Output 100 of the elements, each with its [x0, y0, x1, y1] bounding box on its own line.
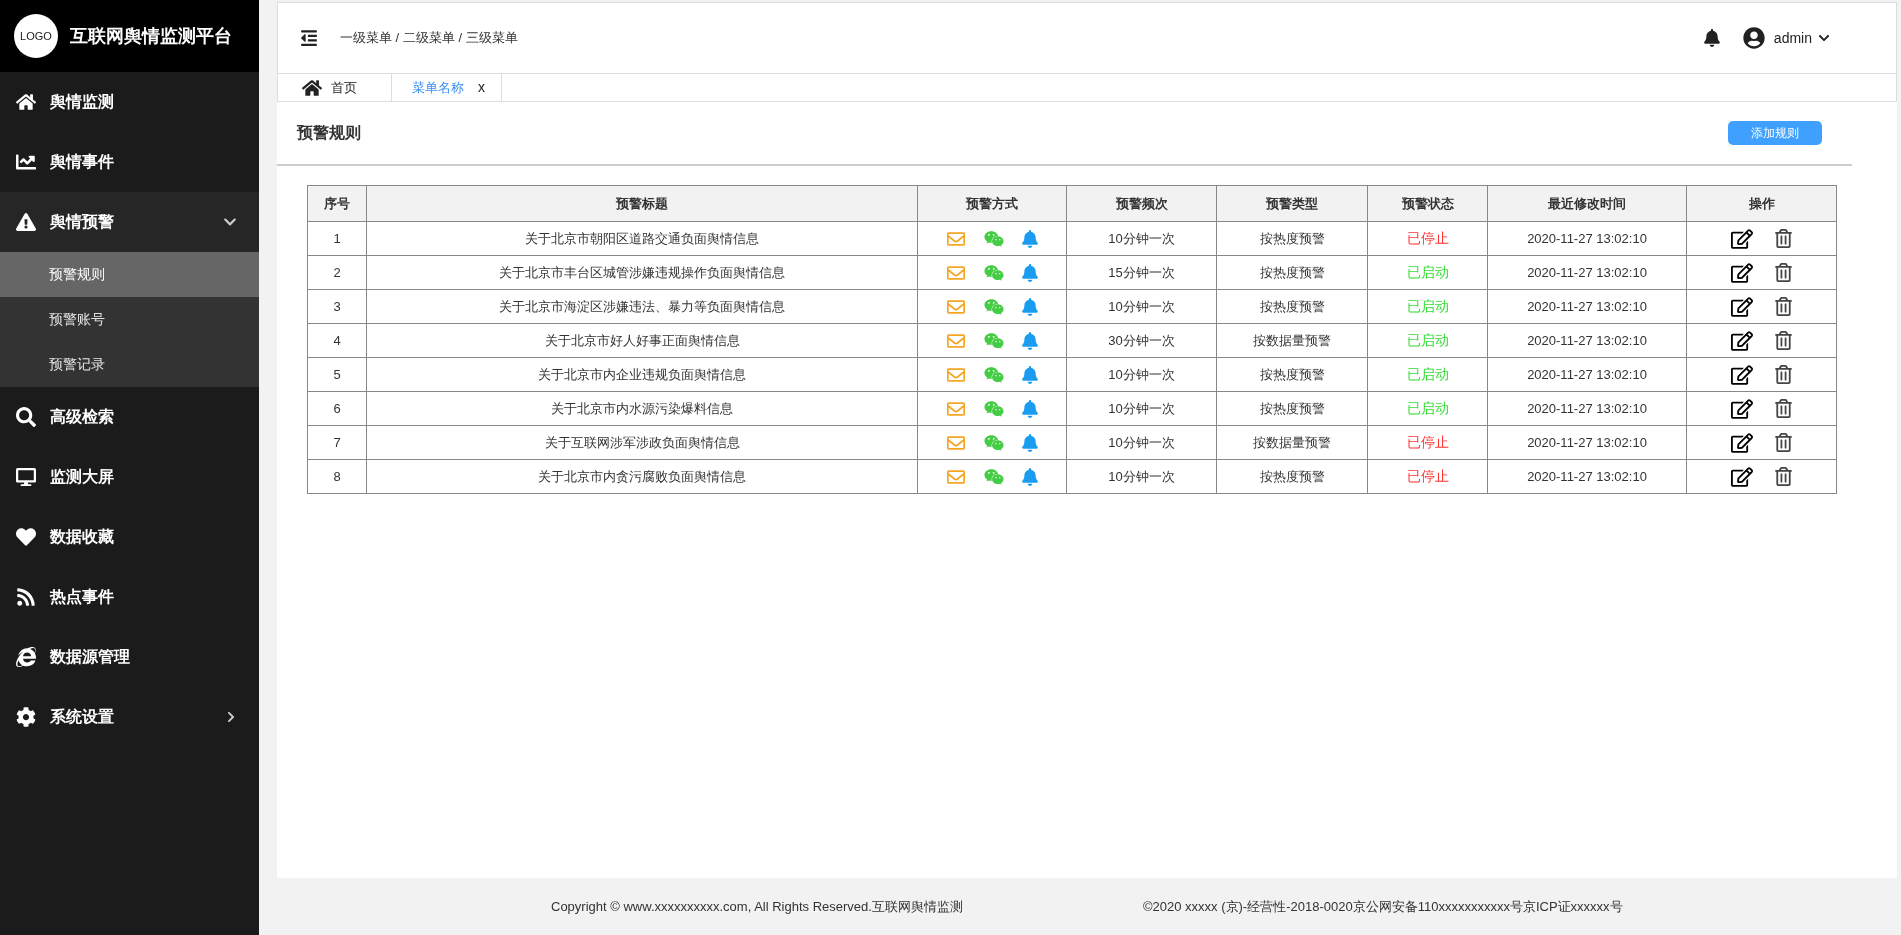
e-logo-icon: [16, 647, 36, 667]
table-cell: 关于北京市内贪污腐败负面舆情信息: [366, 459, 918, 494]
column-header: 预警状态: [1367, 185, 1488, 222]
status-text: 已停止: [1406, 434, 1449, 450]
chat-bubbles-icon[interactable]: [984, 263, 1004, 282]
edit-icon[interactable]: [1731, 398, 1753, 419]
table-cell: 关于北京市内企业违规负面舆情信息: [366, 357, 918, 392]
trash-icon[interactable]: [1775, 433, 1792, 452]
column-header: 预警类型: [1216, 185, 1368, 222]
edit-icon[interactable]: [1731, 228, 1753, 249]
user-name[interactable]: admin: [1773, 27, 1812, 49]
table-cell: 2020-11-27 13:02:10: [1487, 289, 1687, 324]
home-icon: [302, 78, 322, 97]
logo: LOGO: [14, 14, 58, 58]
chat-bubbles-icon[interactable]: [984, 229, 1004, 248]
column-header: 预警频次: [1066, 185, 1217, 222]
trash-icon[interactable]: [1775, 365, 1792, 384]
trash-icon[interactable]: [1775, 229, 1792, 248]
settings-icon: [16, 707, 36, 727]
edit-icon[interactable]: [1731, 466, 1753, 487]
chat-bubbles-icon[interactable]: [984, 297, 1004, 316]
table-cell: 关于互联网涉军涉政负面舆情信息: [366, 425, 918, 460]
status-text: 已启动: [1406, 332, 1449, 348]
trash-icon[interactable]: [1775, 263, 1792, 282]
status-text: 已启动: [1406, 400, 1449, 416]
chevron-down-icon[interactable]: [1818, 32, 1830, 44]
status-text: 已启动: [1406, 264, 1449, 280]
edit-icon[interactable]: [1731, 262, 1753, 283]
edit-icon[interactable]: [1731, 364, 1753, 385]
table-cell: 关于北京市内水源污染爆料信息: [366, 391, 918, 426]
table-cell: 按热度预警: [1216, 255, 1368, 290]
menu-icon[interactable]: [298, 29, 320, 47]
home-icon: [16, 92, 36, 112]
edit-icon[interactable]: [1731, 296, 1753, 317]
envelope-icon[interactable]: [946, 297, 966, 316]
monitor-icon: [16, 467, 36, 487]
table-cell: 2020-11-27 13:02:10: [1487, 255, 1687, 290]
table-cell: 8: [307, 459, 367, 494]
edit-icon[interactable]: [1731, 330, 1753, 351]
table-cell: 关于北京市好人好事正面舆情信息: [366, 323, 918, 358]
rss-icon: [16, 587, 36, 607]
heart-icon: [16, 527, 36, 547]
sidebar-item[interactable]: 舆情预警: [0, 192, 259, 252]
table-cell: 30分钟一次: [1066, 323, 1217, 358]
table-cell: 按热度预警: [1216, 459, 1368, 494]
envelope-icon[interactable]: [946, 229, 966, 248]
app-title: 互联网舆情监测平台: [70, 24, 232, 48]
tab[interactable]: 菜单名称 x: [392, 74, 502, 101]
table-cell: 按数据量预警: [1216, 425, 1368, 460]
status-text: 已停止: [1406, 468, 1449, 484]
envelope-icon[interactable]: [946, 433, 966, 452]
table-cell: 4: [307, 323, 367, 358]
table-cell: 按数据量预警: [1216, 323, 1368, 358]
status-text: 已启动: [1406, 366, 1449, 382]
table-cell: 1: [307, 221, 367, 256]
status-text: 已停止: [1406, 230, 1449, 246]
column-header: 最近修改时间: [1487, 185, 1687, 222]
envelope-icon[interactable]: [946, 399, 966, 418]
trash-icon[interactable]: [1775, 331, 1792, 350]
table-cell: 3: [307, 289, 367, 324]
chat-bubbles-icon[interactable]: [984, 433, 1004, 452]
trash-icon[interactable]: [1775, 399, 1792, 418]
edit-icon[interactable]: [1731, 432, 1753, 453]
chat-bubbles-icon[interactable]: [984, 365, 1004, 384]
breadcrumb: 一级菜单 / 二级菜单 / 三级菜单: [340, 29, 519, 48]
chat-bubbles-icon[interactable]: [984, 331, 1004, 350]
table-cell: 10分钟一次: [1066, 425, 1217, 460]
table-cell: 关于北京市朝阳区道路交通负面舆情信息: [366, 221, 918, 256]
chat-bubbles-icon[interactable]: [984, 467, 1004, 486]
table-cell: 按热度预警: [1216, 391, 1368, 426]
copyright-text: Copyright © www.xxxxxxxxxx.com, All Rights Reserved.互联网舆情监测: [551, 897, 963, 916]
close-tab[interactable]: x: [478, 77, 485, 98]
envelope-icon[interactable]: [946, 467, 966, 486]
avatar-icon: [1742, 27, 1765, 49]
table-cell: 2020-11-27 13:02:10: [1487, 357, 1687, 392]
table-cell: 10分钟一次: [1066, 459, 1217, 494]
trash-icon[interactable]: [1775, 297, 1792, 316]
sidebar-subitem[interactable]: 预警记录: [0, 342, 259, 387]
column-header: 预警方式: [917, 185, 1067, 222]
warning-icon: [16, 212, 36, 232]
sidebar-subitem[interactable]: 预警账号: [0, 297, 259, 342]
column-header: 序号: [307, 185, 367, 222]
sidebar-subitem[interactable]: 预警规则: [0, 252, 259, 297]
table-cell: 2020-11-27 13:02:10: [1487, 425, 1687, 460]
table-cell: 7: [307, 425, 367, 460]
table-cell: 2020-11-27 13:02:10: [1487, 459, 1687, 494]
envelope-icon[interactable]: [946, 365, 966, 384]
tab[interactable]: 首页: [278, 74, 392, 101]
chevron-right-icon: [225, 711, 237, 723]
table-cell: 15分钟一次: [1066, 255, 1217, 290]
license-text: ©2020 xxxxx (京)-经营性-2018-0020京公网安备110xxxxxxxxxxx号京ICP证xxxxxx号: [1142, 897, 1623, 916]
search-icon: [16, 407, 36, 427]
table-cell: 10分钟一次: [1066, 357, 1217, 392]
table-cell: 按热度预警: [1216, 357, 1368, 392]
bell-icon[interactable]: [1702, 29, 1721, 47]
chat-bubbles-icon[interactable]: [984, 399, 1004, 418]
table-cell: 2020-11-27 13:02:10: [1487, 323, 1687, 358]
trash-icon[interactable]: [1775, 467, 1792, 486]
envelope-icon[interactable]: [946, 263, 966, 282]
envelope-icon[interactable]: [946, 331, 966, 350]
